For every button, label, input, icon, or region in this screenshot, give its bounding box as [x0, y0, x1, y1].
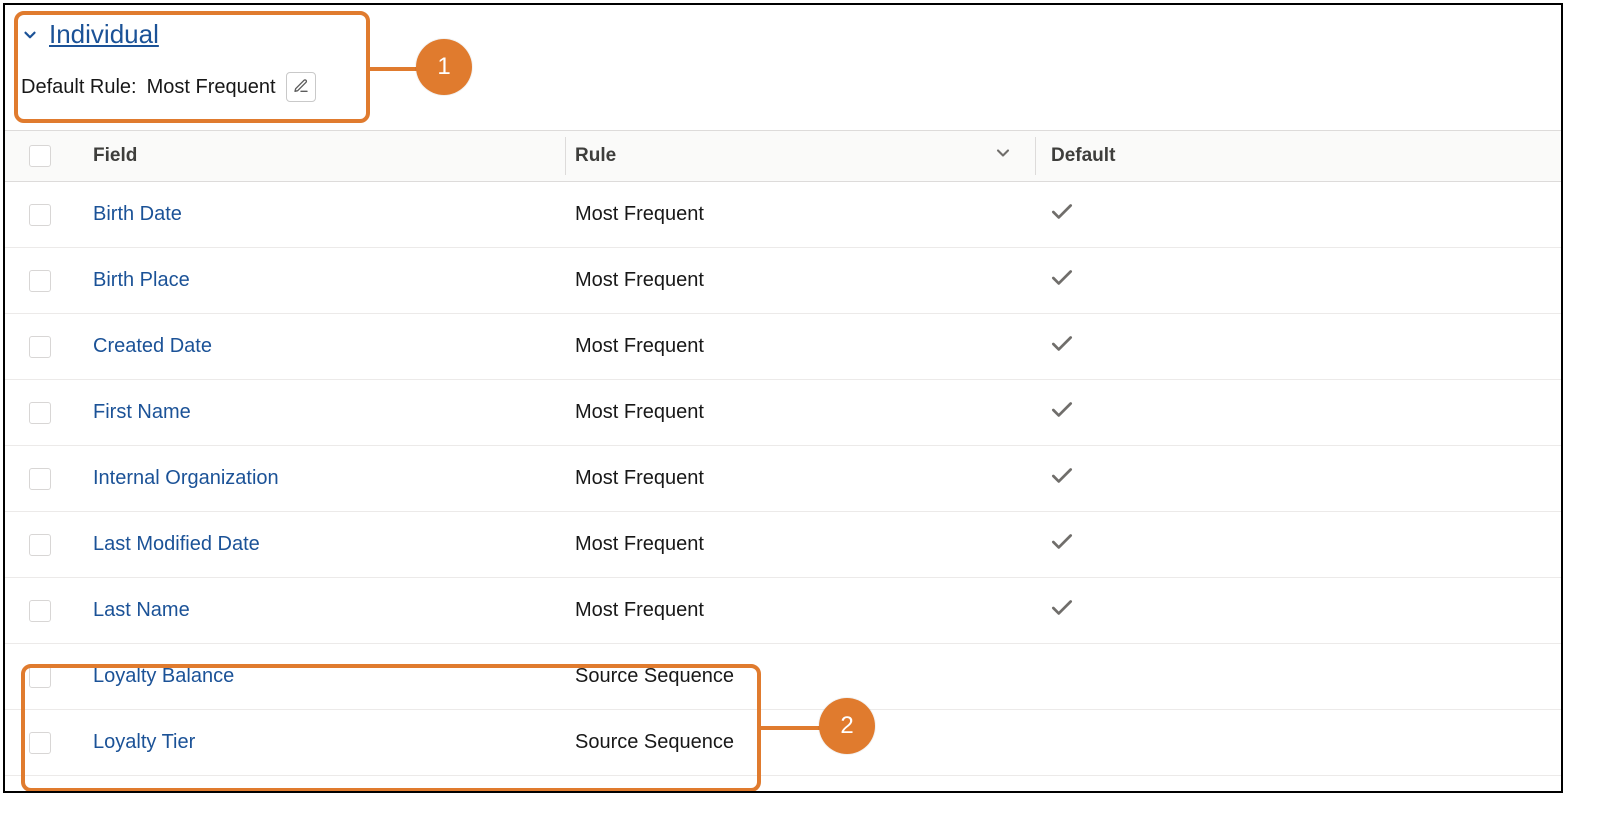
section-title-link[interactable]: Individual	[49, 19, 159, 50]
default-cell	[1035, 397, 1561, 429]
field-link[interactable]: Last Modified Date	[93, 533, 260, 555]
column-header-default[interactable]: Default	[1035, 145, 1561, 167]
section-header: Individual Default Rule: Most Frequent	[5, 5, 1561, 112]
row-checkbox[interactable]	[29, 336, 51, 358]
field-link[interactable]: Birth Date	[93, 203, 182, 225]
table-row: Last Name Most Frequent	[5, 578, 1561, 644]
row-checkbox[interactable]	[29, 666, 51, 688]
default-cell	[1035, 463, 1561, 495]
check-icon	[1049, 340, 1075, 362]
rule-value: Most Frequent	[565, 269, 1035, 292]
table-row: Birth Date Most Frequent	[5, 182, 1561, 248]
field-link[interactable]: First Name	[93, 401, 191, 423]
default-cell	[1035, 529, 1561, 561]
row-checkbox[interactable]	[29, 732, 51, 754]
default-cell	[1035, 595, 1561, 627]
table-row: Loyalty Balance Source Sequence	[5, 644, 1561, 710]
check-icon	[1049, 604, 1075, 626]
row-checkbox[interactable]	[29, 204, 51, 226]
rule-value: Most Frequent	[565, 203, 1035, 226]
field-link[interactable]: Loyalty Balance	[93, 665, 234, 687]
rules-table: Field Rule Default Birth Date Most Freque…	[5, 130, 1561, 776]
rule-value: Source Sequence	[565, 665, 1035, 688]
select-all-checkbox[interactable]	[29, 145, 51, 167]
rule-value: Source Sequence	[565, 731, 1035, 754]
rule-value: Most Frequent	[565, 401, 1035, 424]
default-rule-value: Most Frequent	[147, 76, 276, 99]
field-link[interactable]: Internal Organization	[93, 467, 279, 489]
row-checkbox[interactable]	[29, 600, 51, 622]
default-cell	[1035, 331, 1561, 363]
table-row: Loyalty Tier Source Sequence	[5, 710, 1561, 776]
check-icon	[1049, 406, 1075, 428]
table-row: Internal Organization Most Frequent	[5, 446, 1561, 512]
row-checkbox[interactable]	[29, 534, 51, 556]
table-row: Last Modified Date Most Frequent	[5, 512, 1561, 578]
table-header-row: Field Rule Default	[5, 130, 1561, 182]
rule-value: Most Frequent	[565, 599, 1035, 622]
check-icon	[1049, 208, 1075, 230]
table-row: Birth Place Most Frequent	[5, 248, 1561, 314]
field-link[interactable]: Created Date	[93, 335, 212, 357]
edit-default-rule-button[interactable]	[286, 72, 316, 102]
column-header-field[interactable]: Field	[75, 145, 565, 167]
table-row: Created Date Most Frequent	[5, 314, 1561, 380]
column-header-rule-label: Rule	[575, 145, 616, 167]
pencil-icon	[293, 78, 309, 97]
default-rule-label: Default Rule:	[21, 76, 137, 99]
check-icon	[1049, 538, 1075, 560]
rule-value: Most Frequent	[565, 533, 1035, 556]
check-icon	[1049, 274, 1075, 296]
field-link[interactable]: Birth Place	[93, 269, 190, 291]
column-header-rule[interactable]: Rule	[565, 143, 1035, 169]
table-row: First Name Most Frequent	[5, 380, 1561, 446]
chevron-down-icon	[993, 143, 1013, 169]
field-link[interactable]: Loyalty Tier	[93, 731, 195, 753]
default-cell	[1035, 265, 1561, 297]
rule-value: Most Frequent	[565, 335, 1035, 358]
chevron-down-icon[interactable]	[21, 26, 39, 44]
field-link[interactable]: Last Name	[93, 599, 190, 621]
rule-value: Most Frequent	[565, 467, 1035, 490]
row-checkbox[interactable]	[29, 270, 51, 292]
row-checkbox[interactable]	[29, 402, 51, 424]
check-icon	[1049, 472, 1075, 494]
row-checkbox[interactable]	[29, 468, 51, 490]
default-cell	[1035, 199, 1561, 231]
